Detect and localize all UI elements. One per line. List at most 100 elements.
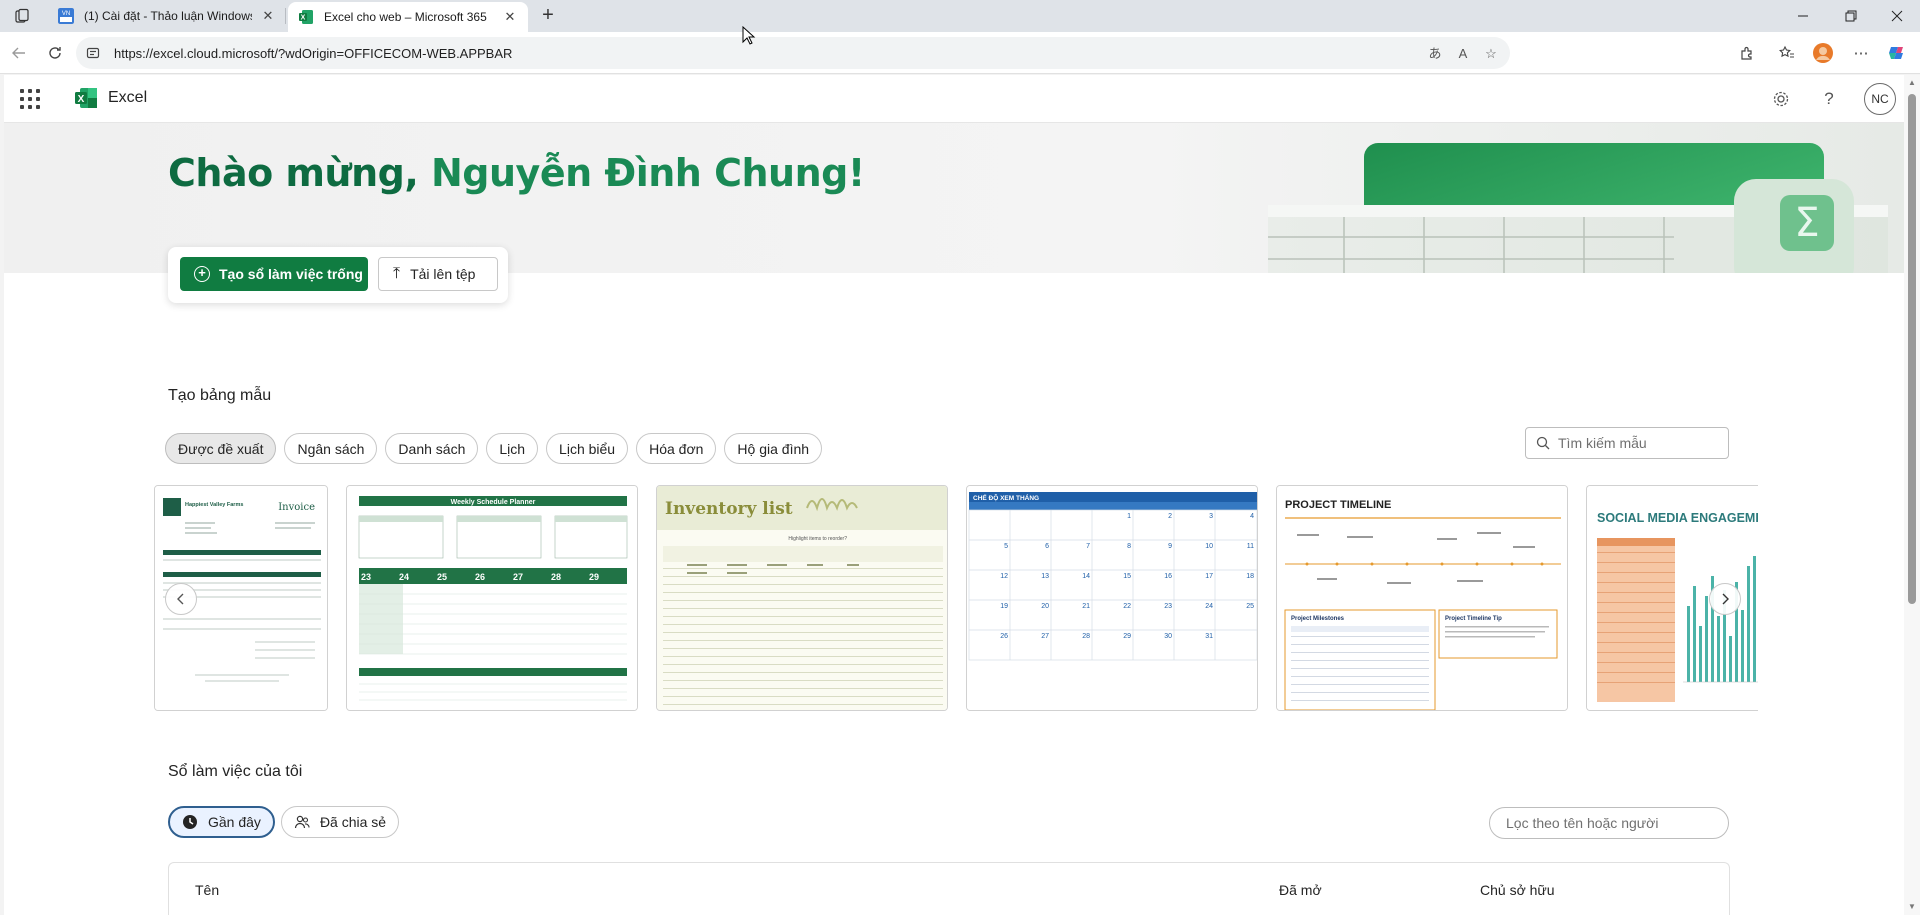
tab-shared[interactable]: Đã chia sẻ [280, 806, 400, 838]
cal-date: 14 [1082, 573, 1090, 580]
chip-invoice[interactable]: Hóa đơn [636, 433, 717, 464]
schedule-day: 24 [399, 572, 409, 582]
column-header-opened[interactable]: Đã mở [1279, 882, 1322, 898]
close-window-icon[interactable] [1874, 0, 1920, 32]
schedule-day: 26 [475, 572, 485, 582]
template-search-input[interactable]: Tìm kiếm mẫu [1525, 427, 1729, 459]
url-field[interactable]: https://excel.cloud.microsoft/?wdOrigin=… [76, 37, 1510, 69]
excel-logo-icon[interactable]: X [74, 87, 98, 109]
cal-date: 10 [1205, 543, 1213, 550]
create-blank-label: Tạo sổ làm việc trống [219, 266, 363, 282]
schedule-day: 23 [361, 572, 371, 582]
cal-date: 13 [1041, 573, 1049, 580]
cal-date: 29 [1123, 633, 1131, 640]
cal-date: 25 [1246, 603, 1254, 610]
excel-favicon-icon: X [299, 10, 313, 24]
invoice-company: Happiest Valley Farms [185, 502, 243, 508]
upload-file-button[interactable]: ⤒ Tải lên tệp [378, 257, 498, 291]
cal-date: 30 [1164, 633, 1172, 640]
more-options-icon[interactable]: ⋯ [1850, 42, 1872, 64]
calendar-thumbnail: CHẾ ĐỘ XEM THÁNG 1 2 3 4 5 6 7 8 9 10 11… [967, 486, 1257, 710]
chip-schedule[interactable]: Lịch biểu [546, 433, 629, 464]
profile-icon[interactable] [1812, 42, 1834, 64]
chip-recommended[interactable]: Được đề xuất [165, 433, 277, 464]
scroll-up-icon[interactable]: ▲ [1906, 78, 1918, 90]
search-icon [1536, 436, 1550, 450]
timeline-milestones-title: Project Milestones [1291, 616, 1345, 622]
tab-windows-forum[interactable]: VN (1) Cài đặt - Thảo luận Windows 11 ✕ [48, 0, 286, 32]
tab-recent-label: Gần đây [208, 814, 261, 830]
favorite-star-icon[interactable]: ☆ [1482, 45, 1500, 63]
close-tab-icon[interactable]: ✕ [260, 8, 276, 24]
avatar[interactable]: NC [1864, 83, 1896, 115]
favorites-icon[interactable] [1776, 42, 1798, 64]
cal-date: 7 [1086, 543, 1090, 550]
cal-date: 19 [1000, 603, 1008, 610]
chip-budget[interactable]: Ngân sách [284, 433, 378, 464]
cal-date: 3 [1209, 513, 1213, 520]
cal-date: 9 [1168, 543, 1172, 550]
cal-date: 1 [1127, 513, 1131, 520]
schedule-day: 27 [513, 572, 523, 582]
tab-excel-web[interactable]: X Excel cho web – Microsoft 365 ✕ [288, 2, 528, 32]
scroll-down-icon[interactable]: ▼ [1906, 902, 1918, 914]
hero-illustration: Σ [1268, 143, 1888, 273]
cal-date: 18 [1246, 573, 1254, 580]
template-card-inventory-list[interactable]: Inventory list Highlight items to reorde… [656, 485, 948, 711]
svg-text:VN: VN [62, 11, 70, 17]
column-header-owner[interactable]: Chủ sở hữu [1480, 882, 1555, 898]
carousel-next-button[interactable] [1709, 583, 1741, 615]
create-blank-workbook-button[interactable]: + Tạo sổ làm việc trống [180, 257, 368, 291]
back-icon[interactable] [8, 42, 30, 64]
chip-household[interactable]: Hộ gia đình [724, 433, 823, 464]
tab-recent[interactable]: Gần đây [168, 806, 275, 838]
cal-date: 24 [1205, 603, 1213, 610]
social-media-title: SOCIAL MEDIA ENGAGEMENT [1597, 511, 1758, 525]
site-info-icon[interactable] [86, 46, 100, 60]
cal-date: 23 [1164, 603, 1172, 610]
read-aloud-icon[interactable]: A [1454, 45, 1472, 63]
schedule-day: 29 [589, 572, 599, 582]
filter-placeholder: Lọc theo tên hoặc người [1506, 815, 1659, 831]
svg-text:X: X [78, 94, 85, 105]
tab-actions-icon[interactable] [14, 8, 30, 24]
scrollbar-thumb[interactable] [1908, 94, 1916, 604]
welcome-user-name: Nguyễn Đình Chung! [431, 151, 865, 195]
cal-date: 17 [1205, 573, 1213, 580]
svg-text:Σ: Σ [1794, 200, 1819, 246]
template-card-calendar[interactable]: CHẾ ĐỘ XEM THÁNG 1 2 3 4 5 6 7 8 9 10 11… [966, 485, 1258, 711]
app-launcher-icon[interactable] [20, 89, 40, 109]
refresh-icon[interactable] [44, 42, 66, 64]
template-card-weekly-schedule[interactable]: Weekly Schedule Planner 23 24 25 26 27 2… [346, 485, 638, 711]
extensions-icon[interactable] [1736, 42, 1758, 64]
my-workbooks-title: Sổ làm việc của tôi [168, 763, 303, 780]
app-name[interactable]: Excel [108, 89, 147, 107]
translate-icon[interactable]: あ [1426, 45, 1444, 63]
url-text: https://excel.cloud.microsoft/?wdOrigin=… [114, 46, 513, 61]
cal-date: 11 [1247, 543, 1254, 550]
plus-circle-icon: + [194, 266, 210, 282]
minimize-icon[interactable] [1780, 0, 1826, 32]
settings-gear-icon[interactable] [1769, 87, 1793, 111]
weekly-schedule-thumbnail: Weekly Schedule Planner 23 24 25 26 27 2… [347, 486, 637, 710]
inventory-list-thumbnail: Inventory list Highlight items to reorde… [657, 486, 947, 710]
app-header: X Excel ? NC [4, 75, 1904, 123]
column-header-name[interactable]: Tên [195, 882, 219, 898]
copilot-icon[interactable] [1886, 42, 1908, 64]
chip-list[interactable]: Danh sách [385, 433, 479, 464]
cal-date: 4 [1250, 513, 1254, 520]
cal-date: 20 [1041, 603, 1049, 610]
carousel-prev-button[interactable] [165, 583, 197, 615]
close-tab-icon[interactable]: ✕ [502, 9, 518, 25]
forum-favicon-icon: VN [58, 8, 74, 24]
restore-icon[interactable] [1828, 0, 1874, 32]
cal-date: 8 [1127, 543, 1131, 550]
help-icon[interactable]: ? [1817, 87, 1841, 111]
people-icon [294, 815, 310, 829]
workbook-tabs: Gần đây Đã chia sẻ [168, 806, 400, 838]
cal-date: 5 [1004, 543, 1008, 550]
chip-calendar[interactable]: Lịch [486, 433, 539, 464]
filter-workbooks-input[interactable]: Lọc theo tên hoặc người [1489, 807, 1729, 839]
new-tab-button[interactable]: + [538, 5, 558, 26]
template-card-project-timeline[interactable]: PROJECT TIMELINE Project Milestones Proj… [1276, 485, 1568, 711]
